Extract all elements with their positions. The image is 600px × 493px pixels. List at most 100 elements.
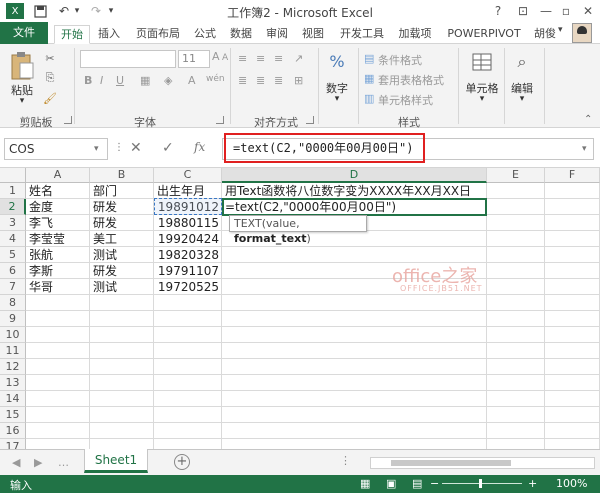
cell-c5[interactable]: 19820328 xyxy=(154,247,222,263)
normal-view-icon[interactable]: ▦ xyxy=(360,477,370,490)
paste-dropdown-icon[interactable]: ▾ xyxy=(12,96,32,106)
cell-a5[interactable]: 张航 xyxy=(26,247,90,263)
new-sheet-button[interactable]: + xyxy=(174,454,190,470)
grow-font-icon[interactable]: A xyxy=(212,50,220,63)
row-header-14[interactable]: 14 xyxy=(0,391,26,407)
name-box[interactable]: COS xyxy=(4,138,108,160)
tab-home[interactable]: 开始 xyxy=(54,25,90,44)
bold-button[interactable]: B xyxy=(84,74,92,87)
font-launcher-icon[interactable] xyxy=(216,116,224,124)
row-header-4[interactable]: 4 xyxy=(0,231,26,247)
name-box-dropdown-icon[interactable]: ▾ xyxy=(94,144,99,154)
row-header-6[interactable]: 6 xyxy=(0,263,26,279)
align-middle-icon[interactable]: ≡ xyxy=(256,52,265,65)
row-header-3[interactable]: 3 xyxy=(0,215,26,231)
expand-formula-bar-icon[interactable]: ▾ xyxy=(582,144,587,154)
user-dropdown-icon[interactable]: ▾ xyxy=(558,25,563,35)
select-all-button[interactable] xyxy=(0,168,26,183)
cells-dropdown-icon[interactable]: ▾ xyxy=(474,94,490,104)
format-painter-icon[interactable]: 🖌 xyxy=(42,90,58,106)
help-button[interactable]: ? xyxy=(487,2,509,20)
font-name-combo[interactable] xyxy=(80,50,176,68)
row-header-13[interactable]: 13 xyxy=(0,375,26,391)
format-as-table-button[interactable]: 套用表格格式 xyxy=(378,72,444,88)
column-header-d[interactable]: D xyxy=(222,168,487,183)
cell-b7[interactable]: 测试 xyxy=(90,279,154,295)
next-sheet-icon[interactable]: ▶ xyxy=(34,456,42,469)
tab-split-icon[interactable]: ⋮ xyxy=(340,454,351,467)
cancel-icon[interactable]: ✕ xyxy=(130,140,142,156)
cell-c7[interactable]: 19720525 xyxy=(154,279,222,295)
tab-insert[interactable]: 插入 xyxy=(94,25,124,44)
row-header-8[interactable]: 8 xyxy=(0,295,26,311)
cells-icon[interactable] xyxy=(470,50,494,74)
row-header-5[interactable]: 5 xyxy=(0,247,26,263)
row-header-12[interactable]: 12 xyxy=(0,359,26,375)
cell-styles-button[interactable]: 单元格样式 xyxy=(378,92,433,108)
align-top-icon[interactable]: ≡ xyxy=(238,52,247,65)
merge-center-icon[interactable]: ⊞ xyxy=(294,74,303,87)
row-header-15[interactable]: 15 xyxy=(0,407,26,423)
cell-a7[interactable]: 华哥 xyxy=(26,279,90,295)
orientation-icon[interactable]: ↗ xyxy=(294,52,303,65)
collapse-ribbon-icon[interactable]: ⌃ xyxy=(584,114,592,125)
align-center-icon[interactable]: ≣ xyxy=(256,74,265,87)
editing-dropdown-icon[interactable]: ▾ xyxy=(514,94,530,104)
cell-a4[interactable]: 李莹莹 xyxy=(26,231,90,247)
column-header-c[interactable]: C xyxy=(154,168,222,183)
tab-formulas[interactable]: 公式 xyxy=(190,25,220,44)
row-header-2[interactable]: 2 xyxy=(0,199,26,215)
column-header-b[interactable]: B xyxy=(90,168,154,183)
page-break-view-icon[interactable]: ▤ xyxy=(412,477,422,490)
align-left-icon[interactable]: ≣ xyxy=(238,74,247,87)
cell-b2[interactable]: 研发 xyxy=(90,199,154,215)
tab-developer[interactable]: 开发工具 xyxy=(334,25,390,44)
avatar[interactable] xyxy=(572,23,592,43)
more-sheets-icon[interactable]: … xyxy=(58,456,69,469)
cell-a3[interactable]: 李飞 xyxy=(26,215,90,231)
cell-b6[interactable]: 研发 xyxy=(90,263,154,279)
italic-button[interactable]: I xyxy=(100,74,103,87)
active-cell-d2[interactable] xyxy=(222,198,487,216)
shrink-font-icon[interactable]: A xyxy=(222,53,228,63)
find-binoculars-icon[interactable]: ⌕ xyxy=(510,50,534,74)
number-format-icon[interactable]: % xyxy=(326,50,348,72)
user-name[interactable]: 胡俊 xyxy=(534,25,556,41)
ribbon-display-options-icon[interactable]: ⊡ xyxy=(512,2,534,20)
format-as-table-icon[interactable]: ▦ xyxy=(364,72,374,85)
tab-powerpivot[interactable]: POWERPIVOT xyxy=(442,25,526,44)
copy-icon[interactable]: ⎘ xyxy=(42,70,58,86)
cell-c3[interactable]: 19880115 xyxy=(154,215,222,231)
scroll-thumb[interactable] xyxy=(391,460,511,466)
align-bottom-icon[interactable]: ≡ xyxy=(274,52,283,65)
row-header-7[interactable]: 7 xyxy=(0,279,26,295)
borders-icon[interactable]: ▦ xyxy=(140,74,150,87)
tab-view[interactable]: 视图 xyxy=(298,25,328,44)
cell-b5[interactable]: 测试 xyxy=(90,247,154,263)
column-header-e[interactable]: E xyxy=(487,168,545,183)
horizontal-scrollbar[interactable] xyxy=(370,457,595,469)
conditional-format-button[interactable]: 条件格式 xyxy=(378,52,422,68)
insert-function-icon[interactable]: fx xyxy=(194,140,205,154)
page-layout-view-icon[interactable]: ▣ xyxy=(386,477,396,490)
zoom-slider[interactable] xyxy=(442,483,522,484)
close-button[interactable]: ✕ xyxy=(577,2,599,20)
row-header-11[interactable]: 11 xyxy=(0,343,26,359)
cut-icon[interactable]: ✂ xyxy=(42,50,58,66)
underline-button[interactable]: U xyxy=(116,74,124,87)
tab-data[interactable]: 数据 xyxy=(226,25,256,44)
row-header-10[interactable]: 10 xyxy=(0,327,26,343)
number-dropdown-icon[interactable]: ▾ xyxy=(328,94,346,104)
cell-a1[interactable]: 姓名 xyxy=(26,183,90,199)
paste-icon[interactable] xyxy=(8,50,36,82)
cell-styles-icon[interactable]: ▥ xyxy=(364,92,374,105)
cell-a6[interactable]: 李斯 xyxy=(26,263,90,279)
sheet-tab-sheet1[interactable]: Sheet1 xyxy=(84,449,148,473)
cell-d1[interactable]: 用Text函数将八位数字变为XXXX年XX月XX日 xyxy=(222,183,487,199)
zoom-level[interactable]: 100% xyxy=(556,477,587,490)
align-right-icon[interactable]: ≣ xyxy=(274,74,283,87)
zoom-slider-thumb[interactable] xyxy=(479,479,482,488)
column-header-f[interactable]: F xyxy=(545,168,600,183)
prev-sheet-icon[interactable]: ◀ xyxy=(12,456,20,469)
tab-review[interactable]: 审阅 xyxy=(262,25,292,44)
